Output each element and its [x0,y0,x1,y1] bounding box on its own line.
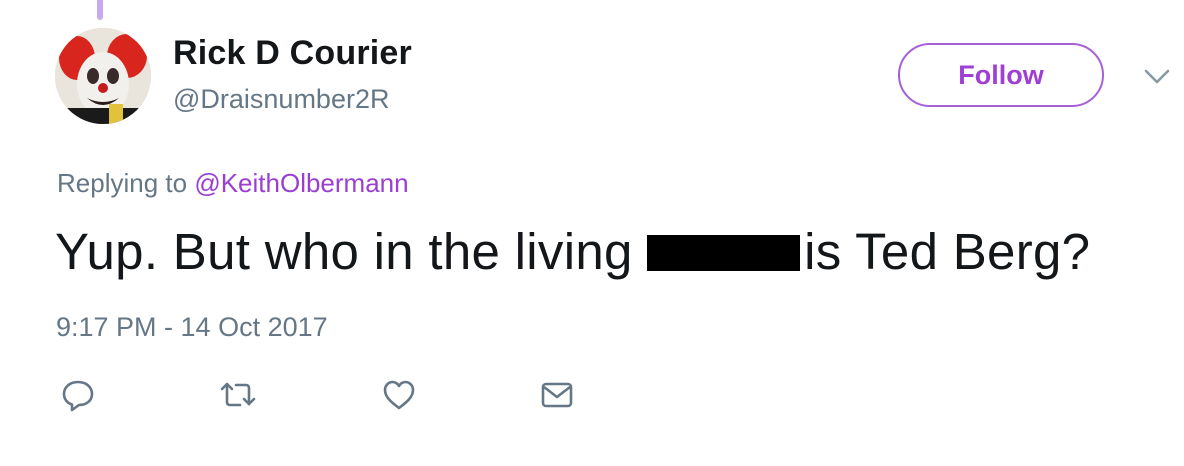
avatar[interactable] [55,28,151,124]
replying-to-mention-link[interactable]: @KeithOlbermann [194,168,408,198]
author-handle[interactable]: @Draisnumber2R [173,84,389,115]
tweet-text: Yup. But who in the living is Ted Berg? [55,222,1090,281]
follow-button[interactable]: Follow [898,43,1104,107]
heart-icon[interactable] [381,377,417,413]
replying-to-prefix: Replying to [57,168,188,198]
redaction-bar [647,235,801,271]
clown-avatar-icon [55,28,151,124]
author-display-name[interactable]: Rick D Courier [173,34,412,73]
reply-icon[interactable] [60,377,96,413]
tweet-text-before: Yup. But who in the living [55,223,633,280]
chevron-down-icon[interactable] [1142,66,1172,88]
thread-connector-line [97,0,103,20]
replying-to-line: Replying to @KeithOlbermann [57,168,409,199]
tweet-text-after: is Ted Berg? [804,223,1091,280]
retweet-icon[interactable] [218,377,258,413]
envelope-icon[interactable] [539,377,575,413]
tweet-timestamp[interactable]: 9:17 PM - 14 Oct 2017 [56,312,328,343]
